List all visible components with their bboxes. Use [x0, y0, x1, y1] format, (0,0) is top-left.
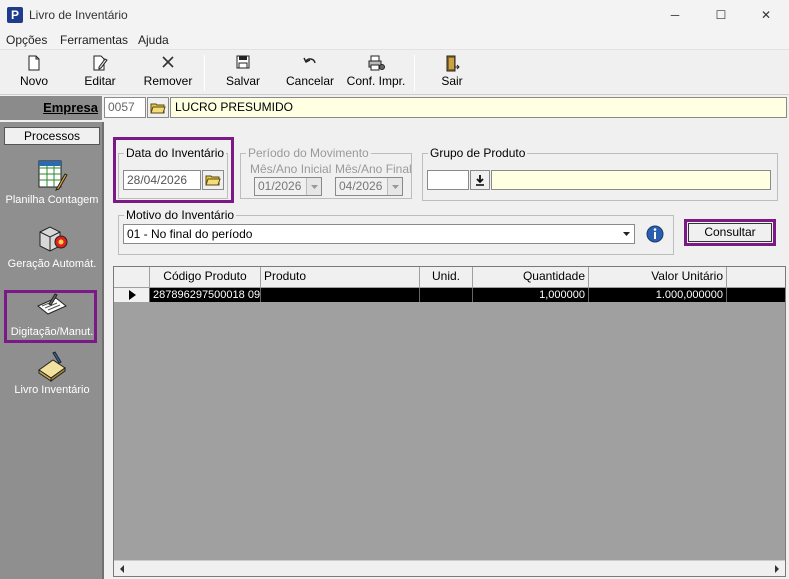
grid-cell-valor[interactable]: 1.000,000000	[589, 288, 727, 302]
sair-label: Sair	[441, 74, 463, 88]
close-button[interactable]: ✕	[743, 0, 789, 30]
grid-cell-codigo[interactable]: 287896297500018 09(	[150, 288, 261, 302]
grid-cell-unid[interactable]	[420, 288, 473, 302]
app-icon: P	[7, 7, 23, 23]
salvar-label: Salvar	[225, 74, 260, 88]
cancelar-button[interactable]: Cancelar	[282, 53, 338, 93]
toolbar-separator	[414, 55, 415, 91]
grid-cell-quantidade[interactable]: 1,000000	[473, 288, 589, 302]
row-pointer-icon	[129, 290, 136, 300]
novo-label: Novo	[19, 74, 48, 88]
grid-indicator-header	[114, 267, 150, 287]
grid-col-unid[interactable]: Unid.	[420, 267, 473, 287]
maximize-button[interactable]: ☐	[698, 0, 744, 30]
remove-icon	[140, 55, 196, 73]
process-planilha-contagem[interactable]: Planilha Contagem	[0, 158, 104, 206]
spreadsheet-icon	[35, 158, 69, 192]
grupo-produto-legend: Grupo de Produto	[428, 146, 528, 160]
motivo-select[interactable]: 01 - No final do período	[123, 224, 635, 244]
chevron-down-icon[interactable]	[619, 225, 634, 243]
empresa-label: Empresa	[0, 96, 102, 120]
conf-impr-button[interactable]: Conf. Impr.	[344, 53, 408, 93]
minimize-button[interactable]: ─	[652, 0, 698, 30]
edit-document-icon	[74, 55, 126, 73]
mes-ano-inicial-label: Mês/Ano Inicial	[250, 162, 332, 176]
process-label: Geração Automát.	[7, 258, 97, 270]
cancelar-label: Cancelar	[285, 74, 335, 88]
scroll-right-icon[interactable]	[771, 563, 783, 575]
remover-button[interactable]: Remover	[140, 53, 196, 93]
process-label: Planilha Contagem	[5, 194, 99, 206]
grid-col-valor-unitario[interactable]: Valor Unitário	[589, 267, 727, 287]
empresa-code-field[interactable]: 0057	[104, 97, 146, 118]
grupo-lookup-button[interactable]	[470, 170, 490, 190]
grid-col-extra	[727, 267, 785, 287]
window-title: Livro de Inventário	[29, 8, 128, 22]
undo-icon	[282, 55, 338, 73]
new-document-icon	[8, 55, 60, 73]
scroll-left-icon[interactable]	[116, 563, 128, 575]
remover-label: Remover	[143, 74, 193, 88]
grid-col-quantidade[interactable]: Quantidade	[473, 267, 589, 287]
mes-ano-final-label: Mês/Ano Final	[335, 162, 412, 176]
row-indicator	[114, 288, 150, 302]
folder-open-icon	[150, 103, 166, 114]
sair-button[interactable]: Sair	[430, 53, 474, 93]
exit-door-icon	[430, 55, 474, 73]
chevron-down-icon[interactable]	[306, 178, 321, 195]
printer-settings-icon	[344, 55, 408, 73]
menu-opcoes[interactable]: Opções	[6, 33, 47, 47]
conf-impr-label: Conf. Impr.	[346, 74, 406, 88]
process-geracao-automatica[interactable]: Geração Automát.	[0, 222, 104, 270]
process-livro-inventario[interactable]: Livro Inventário	[0, 348, 104, 396]
horizontal-scrollbar[interactable]	[114, 560, 785, 576]
grid-col-codigo[interactable]: Código Produto	[150, 267, 261, 287]
grupo-produto-code-input[interactable]	[427, 170, 469, 190]
process-label: Livro Inventário	[14, 384, 90, 396]
processos-header[interactable]: Processos	[4, 127, 100, 145]
editar-button[interactable]: Editar	[74, 53, 126, 93]
motivo-legend: Motivo do Inventário	[124, 208, 237, 222]
highlight-consultar	[684, 219, 776, 246]
salvar-button[interactable]: Salvar	[218, 53, 268, 93]
periodo-legend: Período do Movimento	[246, 146, 371, 160]
download-arrow-icon	[476, 175, 484, 186]
highlight-digitacao	[4, 290, 97, 343]
empresa-name-field: LUCRO PRESUMIDO	[170, 97, 787, 118]
novo-button[interactable]: Novo	[8, 53, 60, 93]
menu-ferramentas[interactable]: Ferramentas	[60, 33, 128, 47]
auto-generate-icon	[35, 222, 69, 256]
editar-label: Editar	[84, 74, 116, 88]
grid-col-produto[interactable]: Produto	[261, 267, 420, 287]
save-icon	[218, 55, 268, 73]
empresa-browse-button[interactable]	[147, 97, 169, 118]
menu-ajuda[interactable]: Ajuda	[138, 33, 169, 47]
grupo-produto-name-field	[491, 170, 771, 190]
inventory-book-icon	[35, 348, 69, 382]
chevron-down-icon[interactable]	[387, 178, 402, 195]
inventory-grid	[113, 266, 786, 577]
toolbar-separator	[204, 55, 205, 91]
info-icon[interactable]	[645, 224, 665, 244]
highlight-data-inventario	[113, 137, 234, 203]
grid-cell-produto[interactable]	[261, 288, 420, 302]
